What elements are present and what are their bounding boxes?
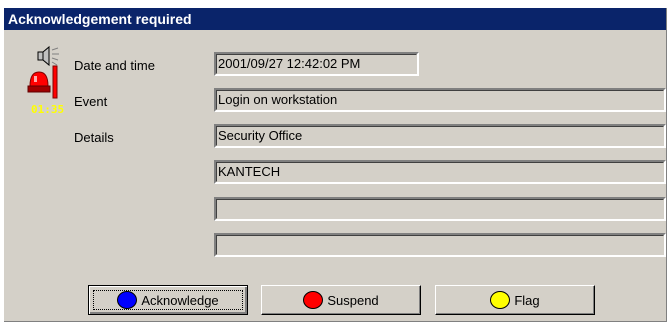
acknowledge-button-label: Acknowledge	[141, 292, 219, 308]
acknowledgement-dialog: Acknowledgement required 01:35 Date and …	[4, 8, 667, 322]
alarm-siren-icon	[24, 44, 68, 100]
alarm-timer: 01:35	[31, 103, 65, 116]
flag-button-label: Flag	[514, 292, 540, 308]
event-field[interactable]: Login on workstation	[214, 88, 666, 112]
yellow-dot-icon	[490, 291, 511, 309]
details-label: Details	[74, 130, 114, 145]
suspend-button[interactable]: Suspend	[261, 285, 421, 315]
date-time-label: Date and time	[74, 58, 155, 73]
blue-dot-icon	[117, 291, 138, 309]
red-dot-icon	[303, 291, 324, 309]
acknowledge-button[interactable]: Acknowledge	[88, 285, 248, 315]
flag-button[interactable]: Flag	[435, 285, 595, 315]
details-field-4[interactable]	[214, 233, 666, 257]
event-label: Event	[74, 94, 108, 109]
suspend-button-label: Suspend	[327, 292, 379, 308]
dialog-title: Acknowledgement required	[4, 8, 666, 30]
details-field-1[interactable]: Security Office	[214, 124, 666, 148]
date-time-field[interactable]: 2001/09/27 12:42:02 PM	[214, 52, 419, 76]
details-field-3[interactable]	[214, 197, 666, 221]
details-field-2[interactable]: KANTECH	[214, 160, 666, 184]
